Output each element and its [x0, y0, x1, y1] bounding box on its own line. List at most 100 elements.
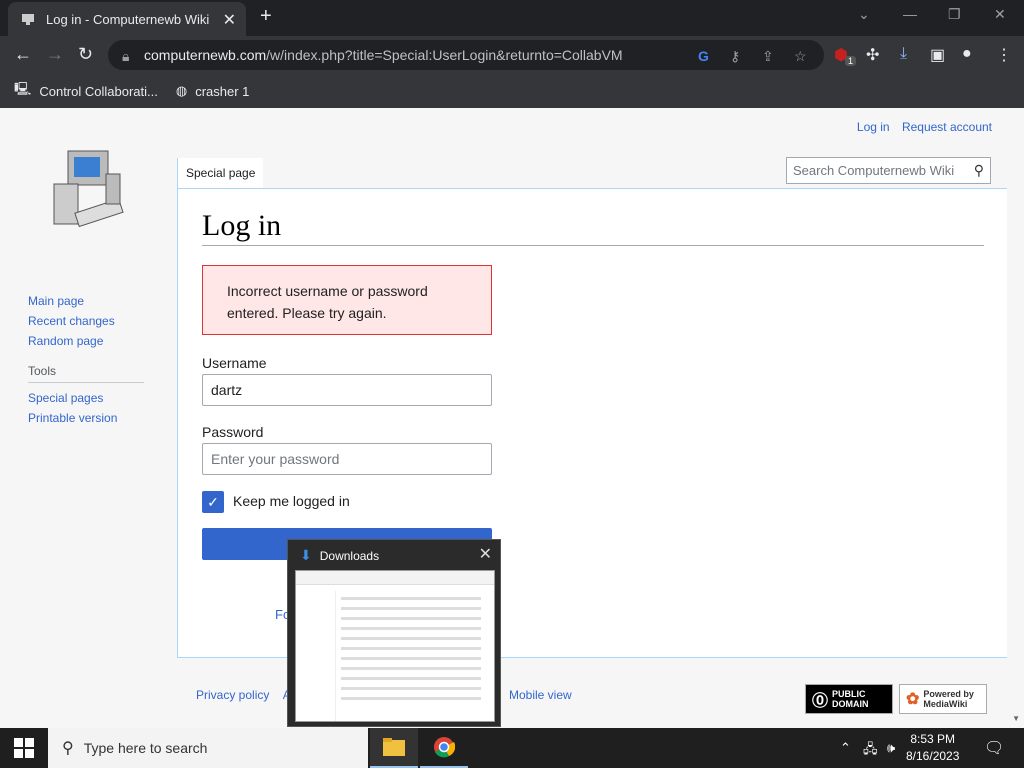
bookmark-star-icon[interactable]: ☆: [794, 48, 807, 65]
new-tab-icon[interactable]: +: [260, 6, 272, 26]
thumb-nav: [296, 591, 336, 721]
wiki-favicon-icon: [20, 11, 36, 27]
downloads-title-text: Downloads: [319, 548, 380, 563]
start-button[interactable]: [14, 738, 34, 758]
thumb-row: [341, 687, 481, 690]
wiki-logo[interactable]: [48, 146, 128, 236]
computer-icon: 🖳︎: [14, 81, 32, 96]
extension-badge: 1: [845, 56, 857, 66]
key-icon[interactable]: ⚷: [730, 48, 740, 65]
lock-icon[interactable]: 🔒︎: [122, 48, 129, 65]
taskbar-search[interactable]: ⚲ Type here to search: [48, 728, 368, 768]
reload-icon[interactable]: ↻: [78, 45, 93, 63]
keep-logged-in-label[interactable]: Keep me logged in: [233, 493, 350, 509]
thumb-row: [341, 697, 481, 700]
google-icon[interactable]: G: [698, 48, 709, 64]
minimize-icon[interactable]: —: [903, 6, 917, 22]
network-icon[interactable]: 🖧︎: [863, 740, 878, 762]
extensions-icon[interactable]: ✣: [866, 45, 879, 65]
sidebar-item-recent-changes[interactable]: Recent changes: [28, 314, 144, 328]
mediawiki-text: Powered by MediaWiki: [923, 689, 974, 709]
thumb-row: [341, 647, 481, 650]
tools-heading: Tools: [28, 364, 144, 383]
password-label: Password: [202, 424, 264, 440]
search-input[interactable]: Search Computernewb Wiki ⚲: [786, 157, 991, 184]
sidebar-item-printable-version[interactable]: Printable version: [28, 411, 144, 425]
tab-close-icon[interactable]: ✕: [223, 10, 236, 30]
tab-title: Log in - Computernewb Wiki: [46, 11, 210, 27]
bookmark-label: Control Collaborati...: [39, 83, 158, 99]
sidebar-item-special-pages[interactable]: Special pages: [28, 391, 144, 405]
privacy-policy-link[interactable]: Privacy policy: [196, 688, 269, 702]
footer-links: Privacy policy A Mobile view: [196, 688, 572, 702]
address-bar[interactable]: 🔒︎ computernewb.com/w/index.php?title=Sp…: [108, 40, 824, 70]
preview-close-icon[interactable]: ✕: [479, 544, 492, 564]
globe-icon: ◍: [175, 83, 188, 98]
login-link[interactable]: Log in: [857, 120, 890, 134]
username-label: Username: [202, 355, 267, 371]
windows-logo-icon: [14, 738, 34, 758]
bookmark-crasher[interactable]: ◍ crasher 1: [176, 83, 250, 99]
sidebar: Main page Recent changes Random page Too…: [28, 294, 144, 431]
side-panel-icon[interactable]: ▣: [930, 45, 945, 65]
mediawiki-icon: ✿: [906, 691, 920, 708]
personal-tools: Log in Request account: [848, 120, 992, 134]
browser-toolbar: ← → ↻ 🔒︎ computernewb.com/w/index.php?ti…: [0, 36, 1024, 74]
download-arrow-icon: ⬇: [300, 547, 312, 563]
thumb-row: [341, 617, 481, 620]
taskbar-clock[interactable]: 8:53 PM 8/16/2023: [906, 731, 959, 765]
mobile-view-link[interactable]: Mobile view: [509, 688, 572, 702]
browser-tab[interactable]: Log in - Computernewb Wiki ✕: [8, 2, 246, 36]
menu-icon[interactable]: ⋮: [996, 45, 1012, 65]
profile-icon[interactable]: ●: [962, 45, 972, 63]
thumb-row: [341, 677, 481, 680]
url-host: computernewb.com: [144, 47, 267, 63]
thumb-row: [341, 597, 481, 600]
tab-search-icon[interactable]: ⌄: [858, 6, 870, 23]
scroll-down-icon[interactable]: ▼: [1012, 714, 1020, 723]
restore-icon[interactable]: ❐: [948, 6, 961, 23]
clock-date: 8/16/2023: [906, 749, 960, 763]
taskbar-search-placeholder: Type here to search: [83, 740, 208, 756]
username-field[interactable]: dartz: [202, 374, 492, 406]
downloads-preview[interactable]: ⬇ Downloads ✕: [287, 539, 501, 727]
mediawiki-badge[interactable]: ✿ Powered by MediaWiki: [899, 684, 987, 714]
share-icon[interactable]: ⇪: [762, 48, 774, 65]
public-domain-text: PUBLIC DOMAIN: [832, 689, 869, 709]
tab-special-page[interactable]: Special page: [177, 158, 264, 188]
thumb-row: [341, 657, 481, 660]
thumb-row: [341, 637, 481, 640]
wiki-page: Main page Recent changes Random page Too…: [0, 108, 1024, 728]
explorer-thumbnail[interactable]: [295, 570, 495, 722]
forward-icon[interactable]: →: [46, 45, 64, 63]
window-close-icon[interactable]: ✕: [994, 6, 1006, 23]
search-icon[interactable]: ⚲: [974, 162, 984, 179]
windows-taskbar: ⚲ Type here to search ⌃ 🖧︎ 🕪︎ 8:53 PM 8/…: [0, 728, 1024, 768]
password-field[interactable]: Enter your password: [202, 443, 492, 475]
volume-icon[interactable]: 🕪︎: [887, 740, 895, 756]
sidebar-item-main-page[interactable]: Main page: [28, 294, 144, 308]
thumb-row: [341, 607, 481, 610]
bookmark-label: crasher 1: [195, 83, 250, 99]
thumb-ribbon: [296, 571, 494, 585]
chrome-taskbar-icon[interactable]: [420, 728, 468, 768]
file-explorer-taskbar-icon[interactable]: [370, 728, 418, 768]
sidebar-item-random-page[interactable]: Random page: [28, 334, 144, 348]
back-icon[interactable]: ←: [14, 45, 32, 63]
notifications-icon[interactable]: 🗨︎: [984, 738, 1004, 758]
browser-chrome: Log in - Computernewb Wiki ✕ + ⌄ — ❐ ✕ ←…: [0, 0, 1024, 108]
show-hidden-icons[interactable]: ⌃: [840, 740, 851, 756]
downloads-title: ⬇ Downloads: [300, 547, 379, 564]
request-account-link[interactable]: Request account: [902, 120, 992, 134]
error-line-1: Incorrect username or password: [227, 283, 428, 299]
keep-logged-in-checkbox[interactable]: ✓: [202, 491, 224, 513]
download-icon[interactable]: ⤓: [900, 45, 907, 63]
page-title: Log in: [202, 209, 984, 246]
thumb-row: [341, 627, 481, 630]
bookmarks-bar: 🖳︎ Control Collaborati... ◍ crasher 1: [0, 74, 1024, 108]
public-domain-icon: ⓪: [812, 693, 829, 710]
public-domain-badge[interactable]: ⓪ PUBLIC DOMAIN: [805, 684, 893, 714]
bookmark-control-collab[interactable]: 🖳︎ Control Collaborati...: [14, 80, 158, 102]
search-placeholder: Search Computernewb Wiki: [793, 163, 955, 178]
url-path: /w/index.php?title=Special:UserLogin&ret…: [266, 47, 623, 63]
